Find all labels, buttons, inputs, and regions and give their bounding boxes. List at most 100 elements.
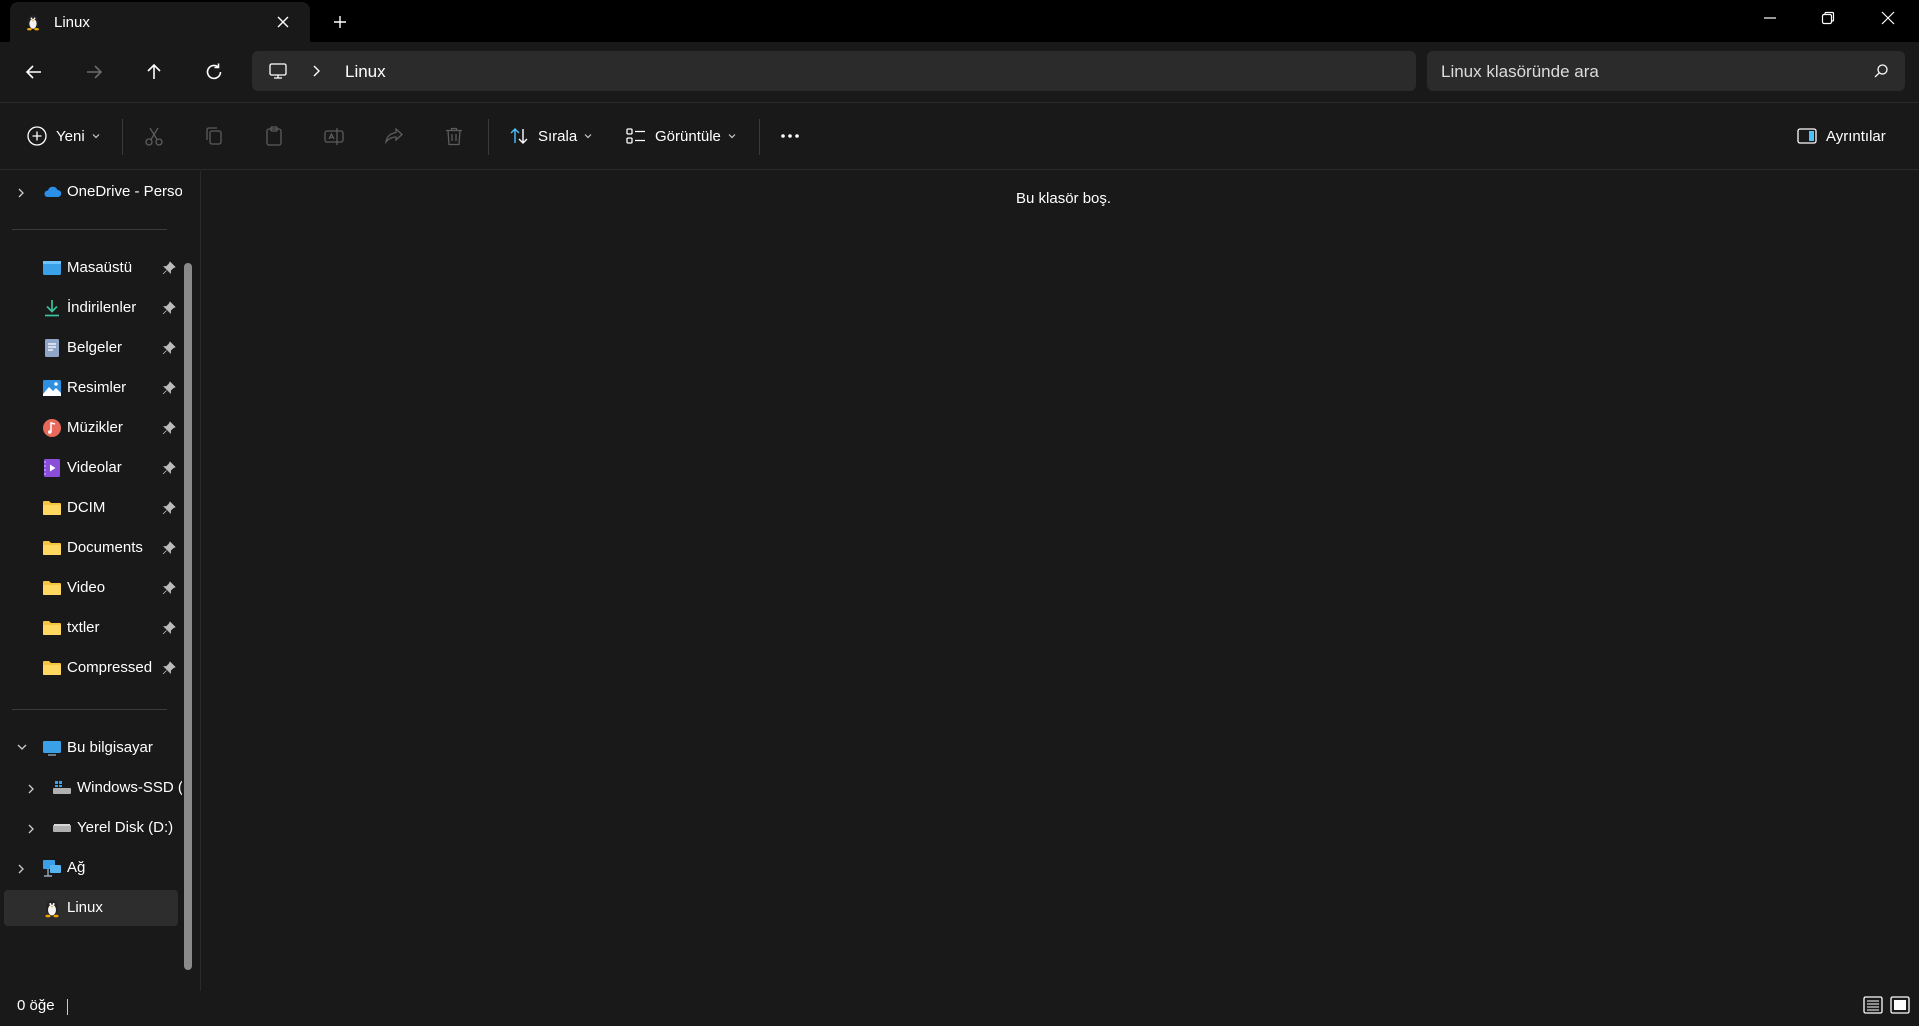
sort-button[interactable]: Sırala	[508, 103, 593, 169]
minimize-icon[interactable]	[1762, 10, 1778, 26]
sidebar-item-label: Windows-SSD (	[77, 779, 182, 796]
copy-icon[interactable]	[203, 125, 225, 147]
pictures-icon	[43, 380, 61, 396]
linux-penguin-icon	[45, 900, 59, 918]
chevron-right-icon[interactable]	[16, 863, 26, 875]
sidebar-item-label: Masaüstü	[67, 259, 133, 276]
chevron-right-icon[interactable]	[26, 783, 36, 795]
breadcrumb-linux[interactable]: Linux	[345, 62, 386, 82]
cut-icon[interactable]	[143, 125, 165, 147]
sidebar-item-label: Müzikler	[67, 419, 123, 436]
sidebar-item-videos[interactable]: Videolar	[4, 450, 178, 486]
computer-icon	[43, 741, 61, 756]
file-list-area[interactable]: Bu klasör boş.	[201, 171, 1919, 991]
forward-arrow-icon[interactable]	[82, 60, 106, 84]
sidebar-item-pictures[interactable]: Resimler	[4, 370, 178, 406]
title-bar: Linux	[0, 0, 1919, 42]
folder-icon	[43, 661, 61, 675]
command-bar: Yeni Sırala Görüntüle Ayrıntılar	[0, 102, 1919, 170]
pin-icon[interactable]	[162, 261, 176, 275]
navigation-pane: OneDrive - Perso Masaüstü İndirilenler B…	[0, 171, 200, 991]
pin-icon[interactable]	[162, 381, 176, 395]
view-list-icon	[626, 128, 645, 144]
sidebar-item-compressed[interactable]: Compressed	[4, 650, 178, 686]
details-label: Ayrıntılar	[1826, 127, 1886, 145]
disk-drive-icon	[53, 824, 71, 832]
sidebar-item-label: Belgeler	[67, 339, 123, 356]
sidebar-item-label: Documents	[67, 539, 143, 556]
chevron-right-icon[interactable]	[16, 187, 26, 199]
pin-icon[interactable]	[162, 621, 176, 635]
paste-icon[interactable]	[263, 125, 285, 147]
sidebar-item-dcim[interactable]: DCIM	[4, 490, 178, 526]
sidebar-item-label: Videolar	[67, 459, 122, 476]
download-icon	[45, 300, 59, 317]
sidebar-item-desktop[interactable]: Masaüstü	[4, 250, 178, 286]
folder-icon	[43, 541, 61, 555]
search-input[interactable]: Linux klasöründe ara	[1427, 51, 1905, 91]
pin-icon[interactable]	[162, 581, 176, 595]
view-button[interactable]: Görüntüle	[625, 103, 737, 169]
search-icon[interactable]	[1873, 63, 1889, 79]
sidebar-item-txtler[interactable]: txtler	[4, 610, 178, 646]
sidebar-item-label: Ağ	[67, 859, 86, 876]
sidebar-item-label: Resimler	[67, 379, 127, 396]
new-tab-icon[interactable]	[332, 14, 348, 30]
chevron-right-icon[interactable]	[310, 64, 322, 78]
music-icon	[43, 419, 61, 437]
chevron-down-icon	[92, 134, 100, 139]
rename-icon[interactable]	[323, 125, 345, 147]
pin-icon[interactable]	[162, 421, 176, 435]
sidebar-item-drive-d[interactable]: Yerel Disk (D:)	[4, 810, 178, 846]
more-options-icon[interactable]	[779, 125, 801, 147]
sidebar-item-label: İndirilenler	[67, 299, 137, 316]
delete-icon[interactable]	[443, 125, 465, 147]
linux-penguin-icon	[27, 14, 39, 31]
pin-icon[interactable]	[162, 461, 176, 475]
sidebar-item-documents[interactable]: Belgeler	[4, 330, 178, 366]
close-window-icon[interactable]	[1880, 10, 1896, 26]
sidebar-item-drive-c[interactable]: Windows-SSD (	[4, 770, 182, 806]
details-pane-button[interactable]: Ayrıntılar	[1796, 103, 1886, 169]
sidebar-scrollbar[interactable]	[184, 263, 192, 970]
share-icon[interactable]	[383, 125, 405, 147]
sidebar-divider	[12, 709, 167, 710]
sidebar-item-music[interactable]: Müzikler	[4, 410, 178, 446]
sidebar-item-linux[interactable]: Linux	[4, 890, 178, 926]
sidebar-item-onedrive[interactable]: OneDrive - Perso	[4, 174, 182, 210]
large-icons-view-icon[interactable]	[1890, 995, 1910, 1015]
sidebar-item-label: Video	[67, 579, 106, 596]
toolbar-separator	[122, 119, 123, 155]
back-arrow-icon[interactable]	[22, 60, 46, 84]
folder-icon	[43, 621, 61, 635]
sidebar-item-network[interactable]: Ağ	[4, 850, 178, 886]
sort-icon	[510, 128, 528, 144]
address-row: Linux Linux klasöründe ara	[0, 42, 1919, 102]
pin-icon[interactable]	[162, 501, 176, 515]
pin-icon[interactable]	[162, 661, 176, 675]
sort-label: Sırala	[538, 127, 578, 145]
close-tab-icon[interactable]	[275, 14, 291, 30]
up-arrow-icon[interactable]	[142, 60, 166, 84]
address-bar[interactable]: Linux	[252, 51, 1416, 91]
refresh-icon[interactable]	[202, 60, 226, 84]
pin-icon[interactable]	[162, 341, 176, 355]
sidebar-item-video-folder[interactable]: Video	[4, 570, 178, 606]
sidebar-item-documents-folder[interactable]: Documents	[4, 530, 178, 566]
pin-icon[interactable]	[162, 541, 176, 555]
sidebar-item-this-pc[interactable]: Bu bilgisayar	[4, 730, 178, 766]
network-icon	[43, 860, 61, 877]
pin-icon[interactable]	[162, 301, 176, 315]
status-separator	[67, 999, 68, 1015]
sidebar-item-downloads[interactable]: İndirilenler	[4, 290, 178, 326]
chevron-right-icon[interactable]	[26, 823, 36, 835]
new-button[interactable]: Yeni	[26, 103, 101, 169]
windows-drive-icon	[53, 781, 71, 794]
chevron-down-icon[interactable]	[16, 742, 28, 752]
computer-icon[interactable]	[268, 61, 288, 81]
tab-linux[interactable]: Linux	[10, 2, 310, 42]
sidebar-item-label: Compressed	[67, 659, 153, 676]
details-view-icon[interactable]	[1863, 995, 1883, 1015]
restore-icon[interactable]	[1820, 10, 1836, 26]
sidebar-divider	[12, 229, 167, 230]
